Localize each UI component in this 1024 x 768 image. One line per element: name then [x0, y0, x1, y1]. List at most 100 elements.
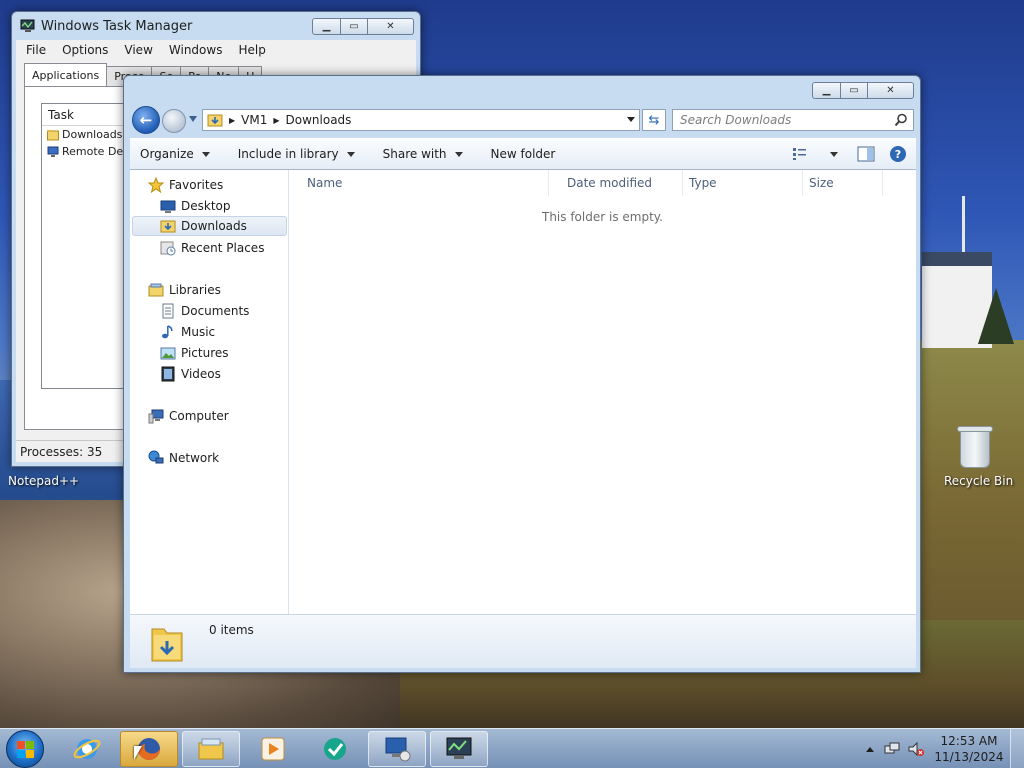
- share-with-button[interactable]: Share with: [383, 147, 463, 161]
- taskbar: 12:53 AM 11/13/2024: [0, 728, 1024, 768]
- nav-label: Desktop: [181, 199, 231, 213]
- downloads-folder-icon: [207, 114, 223, 127]
- start-button[interactable]: [6, 730, 44, 768]
- minimize-button[interactable]: ▁: [812, 82, 841, 99]
- remote-desktop-icon: [385, 737, 411, 762]
- network-icon: [148, 450, 164, 464]
- nav-label: Pictures: [181, 346, 229, 360]
- videos-icon: [161, 366, 175, 382]
- back-arrow-icon: ←: [139, 111, 153, 129]
- change-view-button[interactable]: [792, 145, 812, 163]
- taskbar-firefox[interactable]: [120, 731, 178, 767]
- desktop-icon-notepadpp[interactable]: Notepad++: [8, 474, 79, 488]
- navigation-pane: Favorites Desktop Downloads Recent Place…: [130, 170, 289, 614]
- internet-explorer-icon: [73, 739, 101, 759]
- search-icon[interactable]: [894, 113, 908, 127]
- window-controls: ▁ ▭ ✕: [812, 82, 914, 99]
- window-title: Windows Task Manager: [41, 18, 193, 34]
- forward-button[interactable]: [162, 109, 186, 133]
- close-icon: ✕: [886, 85, 895, 96]
- organize-button[interactable]: Organize: [140, 147, 210, 161]
- taskbar-remote-desktop[interactable]: [368, 731, 426, 767]
- search-placeholder: Search Downloads: [680, 113, 792, 127]
- menu-help[interactable]: Help: [230, 43, 273, 57]
- nav-downloads[interactable]: Downloads: [132, 216, 287, 236]
- include-in-library-button[interactable]: Include in library: [238, 147, 355, 161]
- show-desktop-button[interactable]: [1010, 729, 1024, 768]
- nav-label: Computer: [169, 409, 229, 423]
- menu-options[interactable]: Options: [54, 43, 116, 57]
- task-manager-icon: [20, 19, 35, 32]
- help-button[interactable]: ?: [888, 145, 908, 163]
- desktop-icon-recycle-bin[interactable]: Recycle Bin: [944, 474, 1013, 488]
- nav-libraries[interactable]: Libraries: [148, 280, 221, 300]
- nav-computer[interactable]: Computer: [148, 406, 229, 426]
- taskbar-task-manager[interactable]: [430, 731, 488, 767]
- nav-music[interactable]: Music: [160, 322, 215, 342]
- empty-folder-message: This folder is empty.: [542, 210, 663, 224]
- nav-label: Recent Places: [181, 241, 265, 255]
- view-options-dropdown[interactable]: [824, 145, 844, 163]
- chevron-down-icon: [454, 151, 463, 157]
- menu-view[interactable]: View: [116, 43, 160, 57]
- explorer-window[interactable]: ▁ ▭ ✕ ← ▶ VM1 ▶ Downloads ⇆ Search Downl…: [123, 75, 921, 673]
- recycle-bin-icon[interactable]: [956, 424, 994, 470]
- search-input[interactable]: Search Downloads: [672, 109, 914, 131]
- explorer-titlebar[interactable]: [124, 76, 920, 104]
- taskbar-windows-explorer[interactable]: [182, 731, 240, 767]
- media-player-icon: [261, 737, 285, 761]
- back-button[interactable]: ←: [132, 106, 160, 134]
- nav-documents[interactable]: Documents: [160, 301, 249, 321]
- volume-muted-icon[interactable]: [908, 741, 924, 757]
- network-status-icon[interactable]: [884, 741, 900, 757]
- menu-windows[interactable]: Windows: [161, 43, 231, 57]
- preview-pane-icon: [857, 146, 875, 162]
- svg-text:?: ?: [895, 148, 901, 161]
- address-bar[interactable]: ▶ VM1 ▶ Downloads: [202, 109, 640, 131]
- preview-pane-button[interactable]: [856, 145, 876, 163]
- pictures-icon: [160, 347, 176, 360]
- nav-label: Favorites: [169, 178, 224, 192]
- taskbar-media-player[interactable]: [244, 731, 302, 767]
- column-header-name[interactable]: Name: [289, 170, 549, 196]
- breadcrumb-downloads[interactable]: Downloads: [286, 113, 352, 127]
- window-controls: ▁ ▭ ✕: [312, 18, 414, 35]
- address-row: ← ▶ VM1 ▶ Downloads ⇆ Search Downloads: [130, 106, 916, 134]
- details-pane: 0 items: [130, 614, 916, 668]
- nav-pictures[interactable]: Pictures: [160, 343, 229, 363]
- show-hidden-icons-icon[interactable]: [866, 746, 874, 752]
- nav-network[interactable]: Network: [148, 448, 219, 468]
- taskbar-app[interactable]: [306, 731, 364, 767]
- desktop-icon-label: Recycle Bin: [944, 474, 1014, 488]
- column-header-type[interactable]: Type: [683, 170, 803, 196]
- recent-places-icon: [160, 241, 176, 256]
- breadcrumb-vm1[interactable]: VM1: [241, 113, 267, 127]
- nav-recent-places[interactable]: Recent Places: [160, 238, 264, 258]
- recycle-bin-lid: [957, 426, 993, 432]
- close-button[interactable]: ✕: [368, 18, 414, 35]
- column-header-date-modified[interactable]: Date modified: [549, 170, 683, 196]
- nav-favorites[interactable]: Favorites: [148, 175, 223, 195]
- minimize-button[interactable]: ▁: [312, 18, 341, 35]
- file-list[interactable]: Name Date modified Type Size This folder…: [289, 170, 916, 614]
- recycle-bin-body: [960, 430, 990, 468]
- breadcrumb-separator-icon: ▶: [229, 115, 236, 125]
- refresh-button[interactable]: ⇆: [642, 109, 666, 131]
- close-button[interactable]: ✕: [868, 82, 914, 99]
- column-header-size[interactable]: Size: [803, 170, 883, 196]
- menu-file[interactable]: File: [18, 43, 54, 57]
- include-in-library-label: Include in library: [237, 147, 339, 161]
- address-dropdown-icon[interactable]: [627, 117, 635, 122]
- minimize-icon: ▁: [322, 21, 331, 32]
- organize-label: Organize: [140, 147, 194, 161]
- recent-pages-dropdown[interactable]: [189, 116, 197, 122]
- new-folder-button[interactable]: New folder: [491, 147, 556, 161]
- breadcrumb-separator-icon: ▶: [273, 115, 280, 125]
- maximize-button[interactable]: ▭: [841, 82, 868, 99]
- taskbar-internet-explorer[interactable]: [58, 731, 116, 767]
- tab-applications[interactable]: Applications: [24, 63, 108, 86]
- maximize-button[interactable]: ▭: [341, 18, 368, 35]
- clock[interactable]: 12:53 AM 11/13/2024: [934, 733, 1004, 765]
- nav-desktop[interactable]: Desktop: [160, 196, 231, 216]
- nav-videos[interactable]: Videos: [160, 364, 221, 384]
